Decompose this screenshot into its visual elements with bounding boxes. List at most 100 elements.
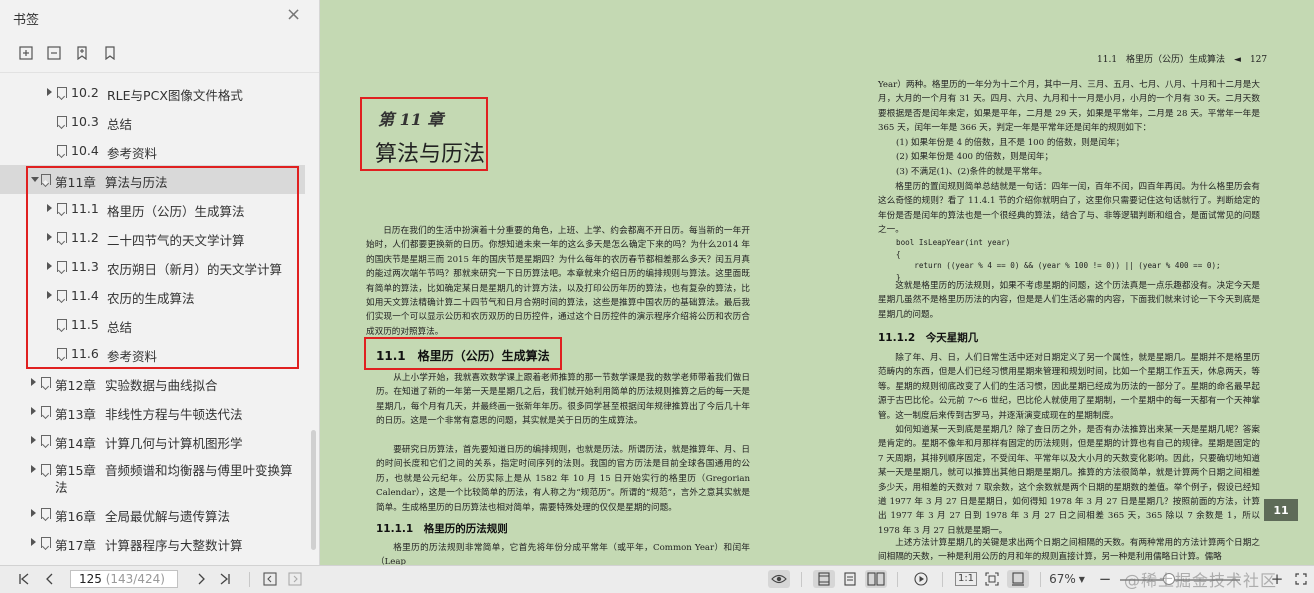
fullscreen-icon[interactable]	[1293, 570, 1309, 588]
bookmark-item[interactable]: 11.3 农历朔日（新月）的天文学计算	[0, 252, 305, 281]
bookmark-item[interactable]: 11.1 格里历（公历）生成算法	[0, 194, 305, 223]
bookmark-item[interactable]: 11.5 总结	[0, 310, 305, 339]
bookmark-item[interactable]: 11.4 农历的生成算法	[0, 281, 305, 310]
bookmark-label: 参考资料	[107, 146, 158, 161]
eye-protection-icon[interactable]	[768, 570, 790, 588]
bookmark-icon	[41, 174, 51, 185]
section-heading-box: 11.1 格里历（公历）生成算法	[364, 337, 562, 370]
bookmark-item[interactable]: 第15章 音频频谱和均衡器与傅里叶变换算法	[0, 455, 305, 499]
chapter-heading: 第 11 章 算法与历法	[360, 97, 488, 171]
fit-page-icon[interactable]	[983, 570, 1001, 588]
collapse-arrow-icon[interactable]	[47, 88, 52, 96]
bookmark-item[interactable]: 11.6 参考资料	[0, 339, 305, 368]
bookmark-number: 11.6	[71, 346, 99, 361]
bookmark-item[interactable]: 11.2 二十四节气的天文学计算	[0, 223, 305, 252]
add-bookmark-icon[interactable]	[73, 44, 91, 62]
bookmark-label: 计算器程序与大整数计算	[105, 538, 243, 553]
bookmark-item[interactable]: 10.4 参考资料	[0, 136, 305, 165]
bookmark-icon	[41, 406, 51, 417]
toolbar-divider	[249, 572, 250, 587]
play-icon[interactable]	[912, 570, 930, 588]
bookmark-item[interactable]: 10.3 总结	[0, 107, 305, 136]
bookmark-number: 11.5	[71, 317, 99, 332]
collapse-all-icon[interactable]	[45, 44, 63, 62]
right-paragraph-4: 除了年、月、日，人们日常生活中还对日期定义了另一个属性，就是星期几。星期并不是格…	[878, 353, 1260, 421]
collapse-arrow-icon[interactable]	[31, 436, 36, 444]
section-title: 11.1 格里历（公历）生成算法	[376, 349, 550, 363]
bookmark-icon	[57, 203, 67, 214]
close-icon[interactable]: ×	[286, 6, 301, 24]
last-page-icon[interactable]	[217, 570, 233, 588]
subsection-title-2: 11.1.2 今天星期几	[878, 332, 979, 344]
sidebar-title: 书签	[13, 13, 40, 28]
collapse-arrow-icon[interactable]	[31, 509, 36, 517]
collapse-arrow-icon[interactable]	[31, 538, 36, 546]
rule-item: (3) 不满足(1)、(2)条件的就是平常年。	[896, 166, 1047, 177]
actual-size-button[interactable]: 1:1	[954, 570, 978, 588]
zoom-percent: 67%	[1049, 572, 1076, 586]
collapse-arrow-icon[interactable]	[47, 291, 52, 299]
sidebar-toolbar	[17, 44, 119, 62]
next-page-icon[interactable]	[193, 570, 209, 588]
bookmark-label-continued: 法	[55, 480, 68, 495]
bookmark-number: 10.2	[71, 85, 99, 100]
bookmark-item[interactable]: 第12章 实验数据与曲线拟合	[0, 368, 305, 397]
subsection-title: 11.1.1 格里历的历法规则	[376, 523, 508, 535]
bookmark-label: 二十四节气的天文学计算	[107, 233, 245, 248]
collapse-arrow-icon[interactable]	[31, 465, 36, 473]
bookmark-label: 总结	[107, 320, 133, 335]
bookmark-item[interactable]: 第16章 全局最优解与遗传算法	[0, 499, 305, 528]
toolbar-divider	[942, 572, 943, 587]
rule-item: (2) 如果年份是 400 的倍数，则是闰年；	[896, 152, 1054, 163]
sidebar-divider	[0, 72, 319, 73]
collapse-arrow-icon[interactable]	[47, 233, 52, 241]
bookmark-icon	[41, 377, 51, 388]
toolbar-divider	[1040, 572, 1041, 587]
bookmark-number: 10.3	[71, 114, 99, 129]
collapse-arrow-icon[interactable]	[47, 262, 52, 270]
zoom-dropdown-icon: ▼	[1078, 574, 1085, 584]
bookmark-label: 格里历（公历）生成算法	[107, 204, 245, 219]
fit-width-icon[interactable]	[1007, 570, 1029, 588]
bookmark-icon	[57, 87, 67, 98]
bookmark-icon	[57, 232, 67, 243]
first-page-icon[interactable]	[16, 570, 32, 588]
bookmark-label: 农历的生成算法	[107, 291, 195, 306]
bookmark-item[interactable]: 第11章 算法与历法	[0, 165, 305, 194]
collapse-arrow-icon[interactable]	[31, 407, 36, 415]
bookmark-item[interactable]: 第14章 计算几何与计算机图形学	[0, 426, 305, 455]
bookmark-number: 11.2	[71, 230, 99, 245]
bookmark-icon	[57, 116, 67, 127]
bookmark-item[interactable]: 第17章 计算器程序与大整数计算	[0, 528, 305, 557]
zoom-value[interactable]: 67% ▼	[1049, 570, 1085, 588]
section-paragraph-1: 从上小学开始，我就喜欢数学课上跟着老师推算的那一节数学课是我的数学老师带着我们做…	[376, 373, 750, 427]
bookmark-icon[interactable]	[101, 44, 119, 62]
bookmark-label: 非线性方程与牛顿迭代法	[105, 407, 243, 422]
rule-item: (1) 如果年份是 4 的倍数，且不是 100 的倍数，则是闰年；	[896, 138, 1125, 148]
section-paragraph-2: 要研究日历算法，首先要知道日历的编排规则，也就是历法。所谓历法，就是推算年、月、…	[376, 445, 750, 513]
forward-icon[interactable]	[287, 570, 303, 588]
collapse-arrow-icon[interactable]	[31, 378, 36, 386]
two-page-icon[interactable]	[865, 570, 887, 588]
expand-all-icon[interactable]	[17, 44, 35, 62]
bookmark-icon	[57, 290, 67, 301]
bookmark-icon	[57, 319, 67, 330]
sidebar-scrollbar[interactable]	[311, 430, 316, 550]
page-number-input[interactable]: 125 (143/424)	[70, 570, 178, 588]
single-page-icon[interactable]	[813, 570, 835, 588]
expand-arrow-icon[interactable]	[31, 177, 39, 182]
bookmark-label: 全局最优解与遗传算法	[105, 509, 231, 524]
page-total: (143/424)	[101, 572, 165, 586]
continuous-page-icon[interactable]	[841, 570, 859, 588]
collapse-arrow-icon[interactable]	[47, 204, 52, 212]
back-icon[interactable]	[262, 570, 278, 588]
bookmark-item[interactable]: 10.2 RLE与PCX图像文件格式	[0, 78, 305, 107]
bookmark-label: 农历朔日（新月）的天文学计算	[107, 262, 283, 277]
right-paragraph-1: Year）两种。格里历的一年分为十二个月，其中一月、三月、五月、七月、八月、十月…	[878, 80, 1260, 134]
prev-page-icon[interactable]	[42, 570, 58, 588]
bookmark-item[interactable]: 第13章 非线性方程与牛顿迭代法	[0, 397, 305, 426]
bookmark-icon	[41, 508, 51, 519]
bookmark-label: 音频频谱和均衡器与傅里叶变换算	[105, 463, 293, 478]
zoom-out-icon[interactable]: −	[1098, 570, 1112, 588]
toolbar-divider	[897, 572, 898, 587]
